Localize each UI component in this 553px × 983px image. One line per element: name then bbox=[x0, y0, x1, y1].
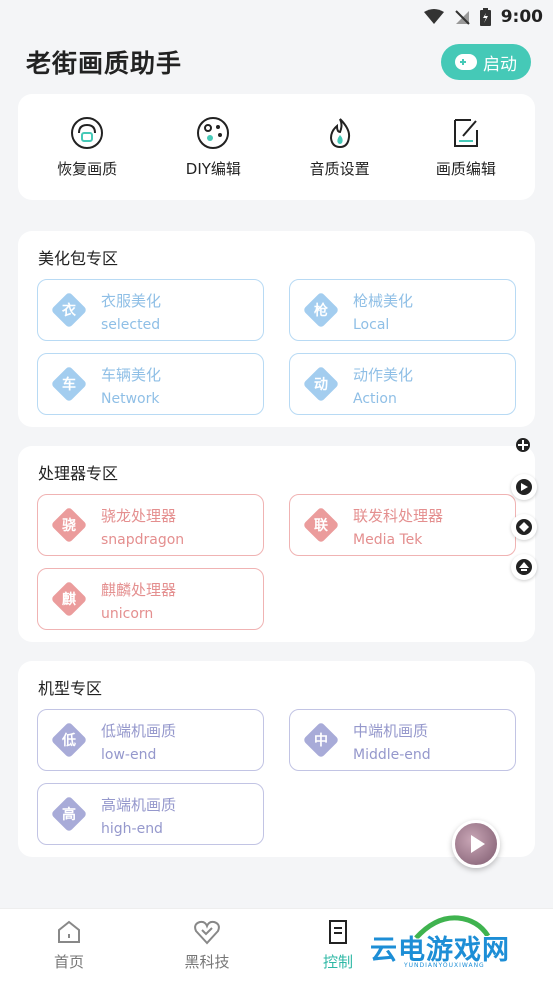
start-button[interactable]: 启动 bbox=[441, 44, 531, 80]
battery-icon bbox=[479, 8, 491, 26]
gun-beautify-tile[interactable]: 枪 枪械美化 Local bbox=[289, 279, 516, 341]
processor-section: 处理器专区 骁 骁龙处理器 snapdragon 联 联发科处理器 Media Te… bbox=[18, 446, 535, 642]
tile-subtitle: snapdragon bbox=[101, 532, 185, 548]
heart-icon bbox=[194, 920, 220, 945]
tile-subtitle: Middle-end bbox=[353, 747, 431, 763]
beautify-section: 美化包专区 衣 衣服美化 selected 枪 枪械美化 Local 车 车辆美化 N… bbox=[18, 231, 535, 427]
low-end-badge-icon: 低 bbox=[50, 721, 88, 759]
palette-icon bbox=[197, 116, 230, 149]
tile-subtitle: low-end bbox=[101, 747, 157, 763]
play-icon bbox=[471, 835, 485, 853]
tile-subtitle: high-end bbox=[101, 821, 163, 837]
status-bar: 9:00 bbox=[0, 0, 553, 34]
float-tool-1-icon[interactable] bbox=[511, 474, 537, 500]
tile-subtitle: unicorn bbox=[101, 606, 154, 622]
nav-black-tech[interactable]: 黑科技 bbox=[167, 919, 247, 972]
tile-title: 衣服美化 bbox=[101, 292, 162, 310]
restore-quality-button[interactable]: 恢复画质 bbox=[32, 116, 142, 179]
gamepad-icon bbox=[455, 54, 477, 70]
document-icon bbox=[329, 920, 347, 944]
restore-icon bbox=[71, 116, 104, 149]
tile-title: 联发科处理器 bbox=[353, 507, 444, 525]
tile-title: 低端机画质 bbox=[101, 722, 177, 740]
vehicle-badge-icon: 车 bbox=[50, 365, 88, 403]
nav-label: 首页 bbox=[53, 953, 84, 971]
app-title: 老街画质助手 bbox=[26, 49, 183, 78]
low-end-tile[interactable]: 低 低端机画质 low-end bbox=[37, 709, 264, 771]
tile-title: 麒麟处理器 bbox=[101, 581, 177, 599]
gun-badge-icon: 枪 bbox=[302, 291, 340, 329]
clock-text: 9:00 bbox=[500, 7, 543, 27]
diy-edit-button[interactable]: DIY编辑 bbox=[158, 116, 268, 179]
section-title: 机型专区 bbox=[38, 679, 103, 698]
watermark-logo: 云电游戏网 YUNDIANYOUXIWANG bbox=[366, 914, 546, 974]
kirin-badge-icon: 麒 bbox=[50, 580, 88, 618]
tile-subtitle: selected bbox=[101, 317, 161, 333]
flame-icon bbox=[329, 117, 350, 148]
section-title: 处理器专区 bbox=[38, 464, 119, 483]
quality-edit-button[interactable]: 画质编辑 bbox=[411, 116, 521, 179]
app-header: 老街画质助手 启动 bbox=[26, 40, 531, 84]
tile-title: 车辆美化 bbox=[101, 366, 162, 384]
mediatek-tile[interactable]: 联 联发科处理器 Media Tek bbox=[289, 494, 516, 556]
middle-end-badge-icon: 中 bbox=[302, 721, 340, 759]
move-handle-icon[interactable] bbox=[514, 436, 532, 454]
kirin-tile[interactable]: 麒 麒麟处理器 unicorn bbox=[37, 568, 264, 630]
mediatek-badge-icon: 联 bbox=[302, 506, 340, 544]
action-badge-icon: 动 bbox=[302, 365, 340, 403]
quick-action-label: 恢复画质 bbox=[57, 159, 118, 178]
float-tool-2-icon[interactable] bbox=[511, 514, 537, 540]
audio-settings-button[interactable]: 音质设置 bbox=[285, 116, 395, 179]
tile-title: 动作美化 bbox=[353, 366, 414, 384]
snapdragon-badge-icon: 骁 bbox=[50, 506, 88, 544]
tile-title: 高端机画质 bbox=[101, 796, 177, 814]
clothes-beautify-tile[interactable]: 衣 衣服美化 selected bbox=[37, 279, 264, 341]
high-end-badge-icon: 高 bbox=[50, 795, 88, 833]
tile-subtitle: Media Tek bbox=[353, 532, 423, 548]
quick-action-label: 音质设置 bbox=[309, 159, 370, 178]
wifi-icon bbox=[423, 9, 444, 24]
middle-end-tile[interactable]: 中 中端机画质 Middle-end bbox=[289, 709, 516, 771]
start-button-label: 启动 bbox=[483, 54, 517, 75]
tile-subtitle: Network bbox=[101, 391, 160, 407]
no-signal-icon bbox=[454, 10, 470, 25]
watermark-subtext: YUNDIANYOUXIWANG bbox=[404, 962, 485, 969]
quick-action-label: 画质编辑 bbox=[435, 159, 496, 178]
snapdragon-tile[interactable]: 骁 骁龙处理器 snapdragon bbox=[37, 494, 264, 556]
nav-home[interactable]: 首页 bbox=[29, 919, 109, 972]
quick-actions-card: 恢复画质 DIY编辑 音质设置 画质编辑 bbox=[18, 94, 535, 200]
float-tool-3-icon[interactable] bbox=[511, 554, 537, 580]
high-end-tile[interactable]: 高 高端机画质 high-end bbox=[37, 783, 264, 845]
nav-label: 黑科技 bbox=[184, 953, 230, 971]
home-icon bbox=[58, 920, 80, 943]
tile-subtitle: Local bbox=[353, 317, 390, 333]
section-title: 美化包专区 bbox=[38, 249, 119, 268]
nav-label: 控制 bbox=[322, 953, 353, 971]
tile-title: 中端机画质 bbox=[353, 722, 429, 740]
tile-title: 骁龙处理器 bbox=[101, 507, 177, 525]
vehicle-beautify-tile[interactable]: 车 车辆美化 Network bbox=[37, 353, 264, 415]
floating-video-avatar[interactable] bbox=[452, 820, 500, 868]
clothes-badge-icon: 衣 bbox=[50, 291, 88, 329]
tile-title: 枪械美化 bbox=[353, 292, 414, 310]
tile-subtitle: Action bbox=[353, 391, 397, 407]
quick-action-label: DIY编辑 bbox=[185, 159, 241, 178]
action-beautify-tile[interactable]: 动 动作美化 Action bbox=[289, 353, 516, 415]
edit-icon bbox=[453, 118, 478, 147]
